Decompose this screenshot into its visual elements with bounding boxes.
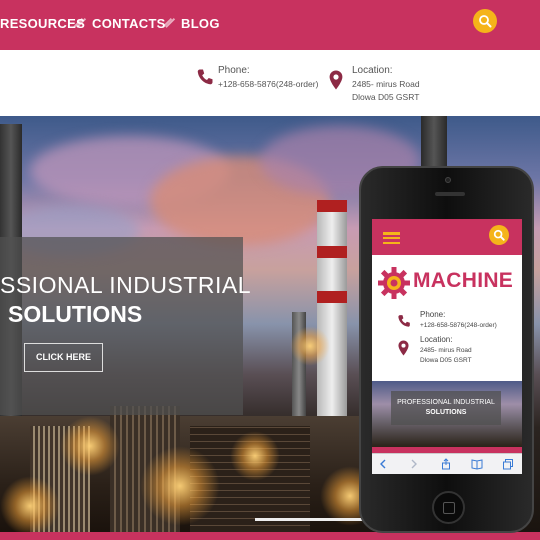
back-icon[interactable]	[377, 458, 389, 470]
nav-item-contacts[interactable]: CONTACTS	[92, 16, 166, 31]
location-line2: Dlowa D05 GSRT	[352, 92, 420, 102]
phone-home-button	[432, 491, 465, 524]
nav-separator	[70, 16, 84, 30]
hero-text-panel: SSIONAL INDUSTRIAL SOLUTIONS CLICK HERE	[0, 237, 251, 415]
search-icon	[479, 15, 492, 28]
phone-mockup: MACHINE Phone: +128-658-5876(248-order) …	[359, 166, 534, 533]
bottom-accent-bar	[0, 532, 540, 540]
phone-speaker	[435, 192, 465, 196]
hero-title-line1: SSIONAL INDUSTRIAL	[0, 272, 251, 298]
light-glow	[60, 416, 120, 476]
phone-title: Phone:	[218, 65, 250, 76]
mobile-header-bar	[372, 219, 522, 255]
phone-screen: MACHINE Phone: +128-658-5876(248-order) …	[372, 219, 522, 474]
phone-number: +128-658-5876(248-order)	[218, 79, 319, 89]
contact-bar: Phone: +128-658-5876(248-order) Location…	[0, 50, 540, 116]
mobile-hero-line1: PROFESSIONAL INDUSTRIAL	[397, 399, 495, 406]
light-glow	[290, 326, 330, 366]
light-glow	[230, 431, 280, 481]
mobile-location-line2: Dlowa D05 GSRT	[420, 357, 472, 364]
nav-item-blog[interactable]: BLOG	[181, 16, 220, 31]
top-nav-bar: RESOURCES CONTACTS BLOG	[0, 0, 540, 50]
search-icon	[493, 229, 505, 241]
mobile-hero-text-panel: PROFESSIONAL INDUSTRIAL SOLUTIONS	[391, 391, 501, 425]
share-icon[interactable]	[440, 458, 452, 470]
light-glow	[0, 476, 60, 532]
bookmarks-icon[interactable]	[471, 458, 483, 470]
mobile-hero: PROFESSIONAL INDUSTRIAL SOLUTIONS	[372, 381, 522, 447]
page: RESOURCES CONTACTS BLOG Phone: +128-658-…	[0, 0, 540, 540]
mobile-hero-line2: SOLUTIONS	[425, 409, 467, 416]
phone-icon	[398, 315, 410, 327]
location-line1: 2485- mirus Road	[352, 79, 420, 89]
hamburger-menu-icon[interactable]	[383, 232, 400, 245]
click-here-button[interactable]: CLICK HERE	[24, 343, 103, 372]
mobile-search-button[interactable]	[489, 225, 509, 245]
location-pin-icon	[398, 340, 409, 356]
mobile-location-title: Location:	[420, 335, 453, 344]
hero-title-line2: SOLUTIONS	[8, 301, 143, 327]
forward-icon[interactable]	[408, 458, 420, 470]
browser-toolbar	[372, 453, 522, 474]
mobile-logo-text[interactable]: MACHINE	[413, 269, 513, 293]
slider-indicator[interactable]	[255, 518, 365, 521]
stack-band	[317, 291, 347, 303]
search-button[interactable]	[473, 9, 497, 33]
phone-icon	[197, 69, 213, 85]
mobile-location-line1: 2485- mirus Road	[420, 347, 472, 354]
gear-logo-icon	[378, 267, 410, 299]
tabs-icon[interactable]	[502, 458, 514, 470]
mobile-phone-number: +128-658-5876(248-order)	[420, 322, 497, 329]
nav-separator	[159, 16, 173, 30]
location-title: Location:	[352, 65, 393, 76]
light-glow	[140, 446, 220, 526]
mobile-phone-title: Phone:	[420, 310, 446, 319]
stack-band	[317, 246, 347, 258]
phone-camera	[445, 177, 451, 183]
location-pin-icon	[329, 70, 343, 90]
stack-band	[317, 200, 347, 212]
